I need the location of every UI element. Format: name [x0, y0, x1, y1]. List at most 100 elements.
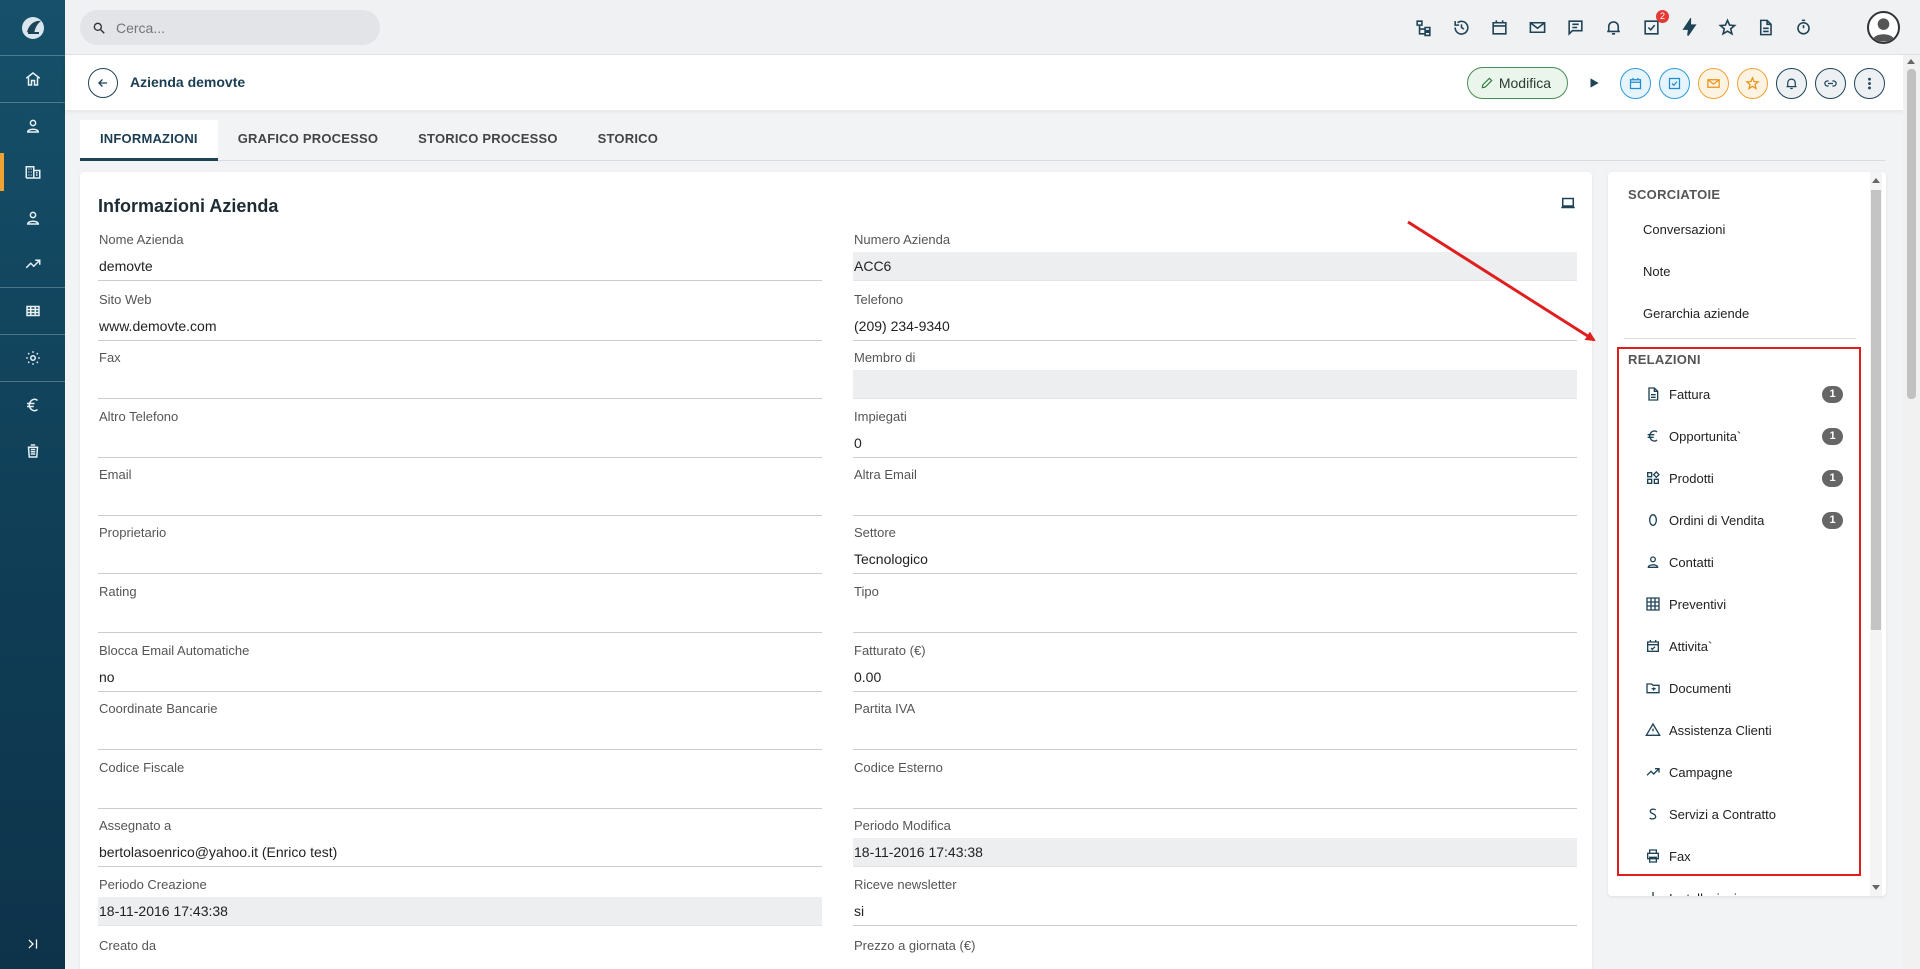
search-box[interactable] — [80, 10, 380, 45]
sidebar-item-archive[interactable] — [0, 428, 65, 474]
field-value[interactable]: si — [853, 897, 1577, 926]
field-3[interactable]: Telefono (209) 234-9340 — [853, 292, 1577, 349]
relation-attivita-[interactable]: Attivita` — [1643, 634, 1843, 658]
history-button[interactable] — [1449, 16, 1473, 40]
field-9[interactable]: Altra Email — [853, 467, 1577, 524]
field-value[interactable] — [853, 604, 1577, 633]
shortcut-conversazioni[interactable]: Conversazioni — [1643, 222, 1725, 237]
field-8[interactable]: Email — [98, 467, 822, 524]
field-5[interactable]: Membro di — [853, 350, 1577, 407]
field-value[interactable] — [98, 780, 822, 809]
sidebar-item-contacts[interactable] — [0, 103, 65, 149]
field-4[interactable]: Fax — [98, 350, 822, 407]
field-20[interactable]: Assegnato a bertolasoenrico@yahoo.it (Enr… — [98, 818, 822, 875]
reminder-button[interactable] — [1776, 67, 1807, 99]
field-1[interactable]: Numero Azienda ACC6 — [853, 232, 1577, 289]
field-value[interactable]: no — [98, 663, 822, 692]
relation-preventivi[interactable]: Preventivi — [1643, 592, 1843, 616]
relation-fax[interactable]: Fax — [1643, 844, 1843, 868]
tab-storico[interactable]: STORICO — [578, 120, 678, 161]
documents-button[interactable] — [1753, 16, 1777, 40]
field-21[interactable]: Periodo Modifica 18-11-2016 17:43:38 — [853, 818, 1577, 875]
relation-fattura[interactable]: Fattura 1 — [1643, 382, 1843, 406]
field-value[interactable] — [98, 958, 822, 969]
field-15[interactable]: Fatturato (€) 0.00 — [853, 643, 1577, 700]
add-event-button[interactable] — [1620, 67, 1651, 99]
tab-informazioni[interactable]: INFORMAZIONI — [80, 120, 218, 161]
field-value[interactable] — [98, 604, 822, 633]
field-value[interactable]: demovte — [98, 252, 822, 281]
shortcut-note[interactable]: Note — [1643, 264, 1670, 279]
calendar-button[interactable] — [1487, 16, 1511, 40]
field-2[interactable]: Sito Web www.demovte.com — [98, 292, 822, 349]
field-25[interactable]: Prezzo a giornata (€) — [853, 938, 1577, 969]
relation-documenti[interactable]: Documenti — [1643, 676, 1843, 700]
panel-scrollbar[interactable] — [1870, 172, 1882, 896]
user-avatar[interactable] — [1867, 11, 1900, 44]
field-10[interactable]: Proprietario — [98, 525, 822, 582]
bell-button[interactable] — [1601, 16, 1625, 40]
sidebar-item-marketing[interactable] — [0, 241, 65, 287]
sidebar-item-home[interactable] — [0, 56, 65, 102]
field-value[interactable] — [98, 721, 822, 750]
field-16[interactable]: Coordinate Bancarie — [98, 701, 822, 758]
field-value[interactable] — [853, 721, 1577, 750]
chat-button[interactable] — [1563, 16, 1587, 40]
field-17[interactable]: Partita IVA — [853, 701, 1577, 758]
tab-grafico-processo[interactable]: GRAFICO PROCESSO — [218, 120, 398, 161]
field-14[interactable]: Blocca Email Automatiche no — [98, 643, 822, 700]
tasks-button[interactable]: 2 — [1639, 9, 1669, 40]
field-22[interactable]: Periodo Creazione 18-11-2016 17:43:38 — [98, 877, 822, 934]
field-value[interactable] — [853, 487, 1577, 516]
page-scrollbar[interactable] — [1903, 55, 1920, 969]
relation-contatti[interactable]: Contatti — [1643, 550, 1843, 574]
field-value[interactable]: 0 — [853, 429, 1577, 458]
send-email-button[interactable] — [1698, 67, 1729, 99]
edit-button[interactable]: Modifica — [1466, 67, 1568, 99]
field-value[interactable]: bertolasoenrico@yahoo.it (Enrico test) — [98, 838, 822, 867]
add-task-button[interactable] — [1659, 67, 1690, 99]
toggle-view-button[interactable] — [1559, 194, 1577, 215]
search-input[interactable] — [116, 19, 356, 36]
mail-button[interactable] — [1525, 16, 1549, 40]
more-options-button[interactable] — [1854, 67, 1885, 99]
sidebar-item-leads[interactable] — [0, 195, 65, 241]
relation-ordini-di-vendita[interactable]: Ordini di Vendita 1 — [1643, 508, 1843, 532]
field-11[interactable]: Settore Tecnologico — [853, 525, 1577, 582]
relation-assistenza-clienti[interactable]: Assistenza Clienti — [1643, 718, 1843, 742]
field-23[interactable]: Riceve newsletter si — [853, 877, 1577, 934]
sidebar-item-sales[interactable] — [0, 382, 65, 428]
relation-servizi-a-contratto[interactable]: Servizi a Contratto — [1643, 802, 1843, 826]
field-19[interactable]: Codice Esterno — [853, 760, 1577, 817]
field-12[interactable]: Rating — [98, 584, 822, 641]
field-18[interactable]: Codice Fiscale — [98, 760, 822, 817]
field-value[interactable]: Tecnologico — [853, 545, 1577, 574]
relation-prodotti[interactable]: Prodotti 1 — [1643, 466, 1843, 490]
timer-button[interactable] — [1791, 16, 1815, 40]
relation-opportunita-[interactable]: Opportunita` 1 — [1643, 424, 1843, 448]
sidebar-item-settings[interactable] — [0, 335, 65, 381]
field-value[interactable] — [853, 780, 1577, 809]
field-value[interactable] — [98, 370, 822, 399]
favorites-button[interactable] — [1715, 16, 1739, 40]
sidebar-item-grid[interactable] — [0, 288, 65, 334]
field-value[interactable]: www.demovte.com — [98, 312, 822, 341]
sidebar-expand-button[interactable] — [0, 929, 65, 959]
field-0[interactable]: Nome Azienda demovte — [98, 232, 822, 289]
relation-installazioni[interactable]: Installazioni — [1643, 886, 1843, 896]
field-6[interactable]: Altro Telefono — [98, 409, 822, 466]
field-value[interactable] — [98, 545, 822, 574]
field-7[interactable]: Impiegati 0 — [853, 409, 1577, 466]
shortcut-gerarchia-aziende[interactable]: Gerarchia aziende — [1643, 306, 1749, 321]
back-button[interactable] — [88, 68, 118, 98]
sidebar-item-companies[interactable] — [0, 149, 65, 195]
field-13[interactable]: Tipo — [853, 584, 1577, 641]
relation-campagne[interactable]: Campagne — [1643, 760, 1843, 784]
flash-button[interactable] — [1677, 16, 1701, 40]
field-24[interactable]: Creato da — [98, 938, 822, 969]
favorite-button[interactable] — [1737, 67, 1768, 99]
field-value[interactable] — [98, 429, 822, 458]
run-process-button[interactable] — [1579, 68, 1609, 98]
hierarchy-button[interactable] — [1411, 16, 1435, 40]
field-value[interactable]: 0.00 — [853, 663, 1577, 692]
